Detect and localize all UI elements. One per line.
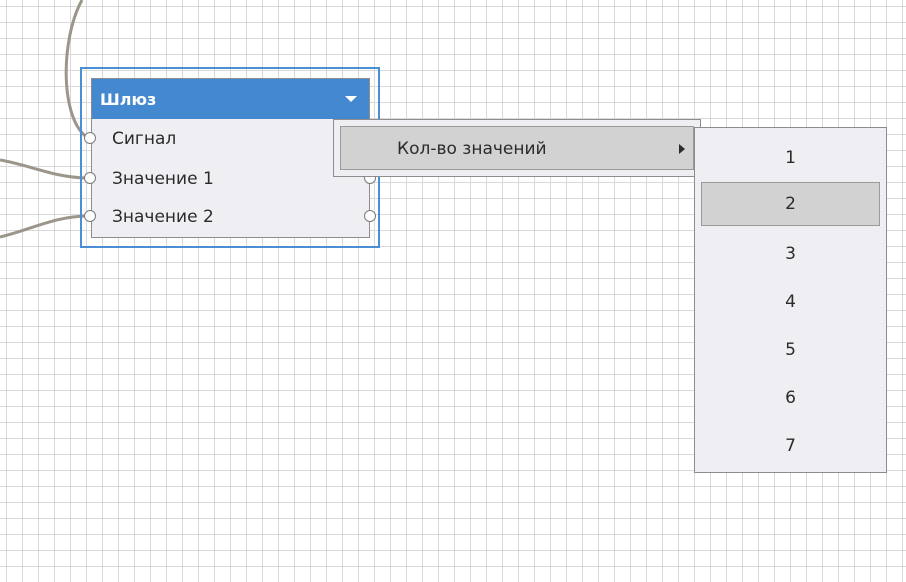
port-label-signal: Сигнал [112,129,177,149]
port-row-value-1: Значение 1 [92,166,214,192]
submenu-option-4[interactable]: 4 [701,280,880,324]
submenu-option-3[interactable]: 3 [701,232,880,276]
dropdown-arrow-icon[interactable] [345,96,357,102]
submenu-option-5[interactable]: 5 [701,328,880,372]
input-port-value-2-icon[interactable] [84,210,96,222]
input-port-signal-icon[interactable] [84,132,96,144]
node-header[interactable]: Шлюз [92,79,369,119]
value-count-submenu: 1 2 3 4 5 6 7 [694,127,887,473]
submenu-option-7[interactable]: 7 [701,424,880,468]
port-label-value-2: Значение 2 [112,207,214,227]
output-port-value-2-icon[interactable] [364,210,376,222]
submenu-arrow-icon [679,144,685,154]
submenu-option-2[interactable]: 2 [701,182,880,226]
port-row-value-2: Значение 2 [92,204,214,230]
menu-item-value-count[interactable]: Кол-во значений [340,126,694,170]
submenu-option-1[interactable]: 1 [701,136,880,180]
menu-item-label: Кол-во значений [397,139,547,159]
node-title: Шлюз [100,89,157,109]
input-port-value-1-icon[interactable] [84,172,96,184]
context-menu: Кол-во значений [333,119,701,177]
gateway-node[interactable]: Шлюз Сигнал Значение 1 Значение 2 [91,78,370,238]
port-label-value-1: Значение 1 [112,169,214,189]
port-row-signal: Сигнал [92,126,176,152]
submenu-option-6[interactable]: 6 [701,376,880,420]
